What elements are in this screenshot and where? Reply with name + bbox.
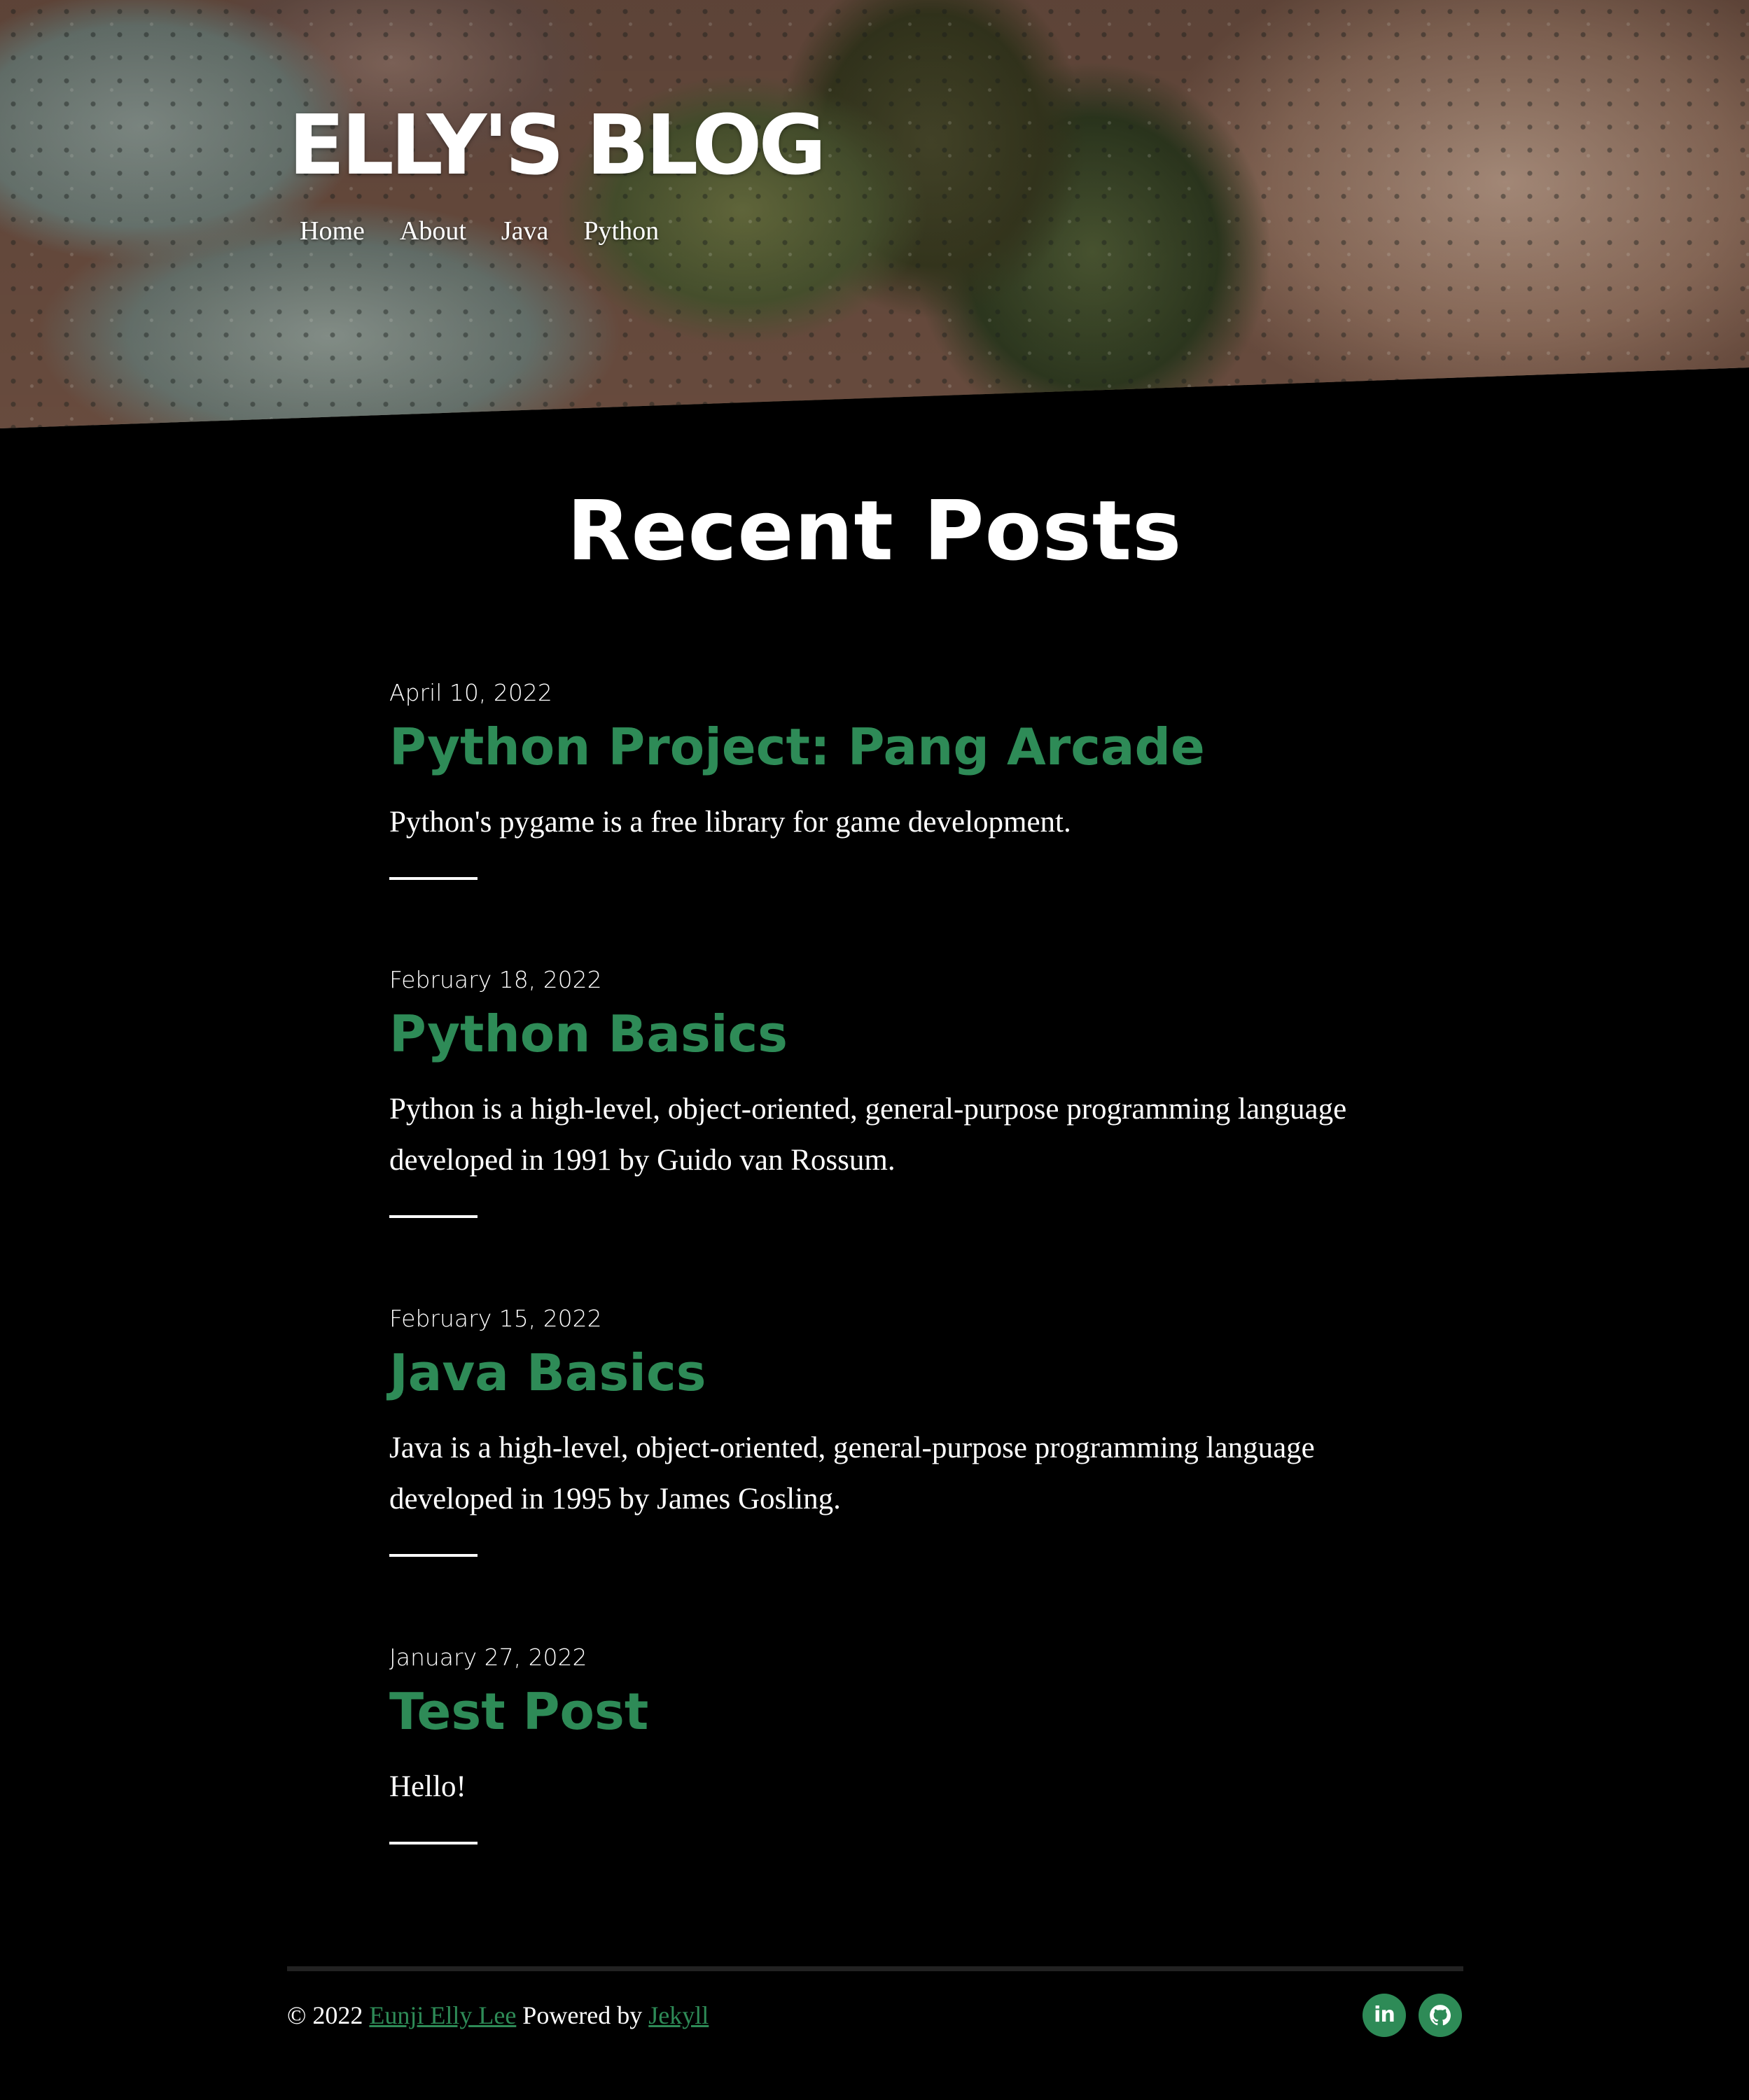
nav-link-about[interactable]: About: [400, 216, 466, 246]
footer-divider: [287, 1966, 1463, 1971]
header-background-image: [0, 0, 1749, 428]
nav-link-home[interactable]: Home: [300, 216, 365, 246]
post-item: February 18, 2022 Python Basics Python i…: [389, 966, 1363, 1219]
post-divider: [389, 1554, 478, 1558]
page-title: Recent Posts: [566, 482, 1183, 579]
post-excerpt: Java is a high-level, object-oriented, g…: [389, 1432, 1315, 1516]
post-divider: [389, 1215, 478, 1219]
post-excerpt: Python's pygame is a free library for ga…: [389, 806, 1071, 839]
post-item: February 15, 2022 Java Basics Java is a …: [389, 1305, 1363, 1558]
copyright-text: © 2022: [287, 2001, 363, 2029]
main-nav: Home About Java Python: [300, 216, 659, 246]
post-item: April 10, 2022 Python Project: Pang Arca…: [389, 679, 1363, 881]
linkedin-icon[interactable]: in: [1363, 1994, 1406, 2037]
nav-link-python[interactable]: Python: [583, 216, 659, 246]
post-date: April 10, 2022: [389, 679, 552, 706]
site-title[interactable]: ELLY'S BLOG: [288, 104, 826, 186]
author-link[interactable]: Eunji Elly Lee: [369, 2001, 516, 2029]
post-excerpt: Python is a high-level, object-oriented,…: [389, 1093, 1347, 1177]
post-date: February 18, 2022: [389, 966, 602, 993]
jekyll-link[interactable]: Jekyll: [648, 2001, 709, 2029]
post-divider: [389, 1842, 478, 1845]
post-date: February 15, 2022: [389, 1305, 602, 1332]
post-title-link[interactable]: Test Post: [389, 1681, 1363, 1742]
post-title-link[interactable]: Python Project: Pang Arcade: [389, 717, 1363, 777]
social-links: in: [1363, 1994, 1462, 2037]
post-item: January 27, 2022 Test Post Hello!: [389, 1644, 1363, 1845]
post-date: January 27, 2022: [389, 1644, 587, 1671]
footer-credits: © 2022 Eunji Elly Lee Powered by Jekyll: [287, 2001, 709, 2030]
powered-by-text: Powered by: [522, 2001, 643, 2029]
post-title-link[interactable]: Python Basics: [389, 1004, 1363, 1064]
post-excerpt: Hello!: [389, 1770, 466, 1804]
post-divider: [389, 877, 478, 881]
github-icon[interactable]: [1419, 1994, 1462, 2037]
post-title-link[interactable]: Java Basics: [389, 1343, 1363, 1403]
nav-link-java[interactable]: Java: [501, 216, 549, 246]
